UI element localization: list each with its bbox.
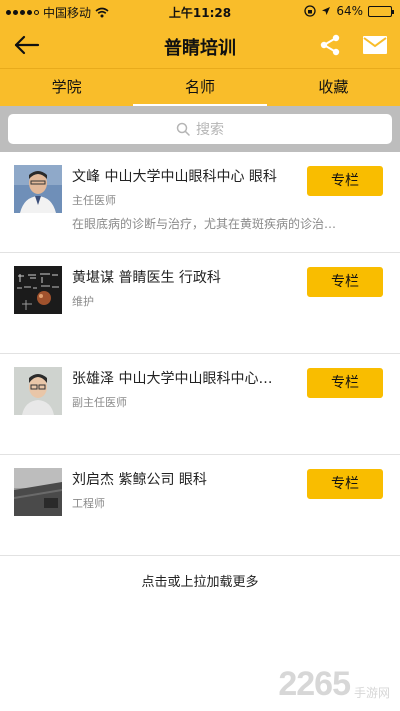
watermark: 2265 手游网 — [278, 661, 390, 701]
avatar — [14, 165, 62, 213]
teacher-name: 张雄泽 中山大学中山眼科中心… — [72, 371, 273, 387]
search-icon — [176, 122, 190, 136]
teacher-list: 文峰 中山大学中山眼科中心 眼科 主任医师 在眼底病的诊断与治疗，尤其在黄斑疾病… — [0, 152, 400, 556]
search-bar: 搜索 — [0, 106, 400, 152]
share-icon[interactable] — [318, 33, 342, 57]
avatar — [14, 367, 62, 415]
teacher-name: 黄堪谋 普睛医生 行政科 — [72, 270, 221, 286]
list-item[interactable]: 黄堪谋 普睛医生 行政科 维护 专栏 — [0, 253, 400, 354]
tab-academy[interactable]: 学院 — [0, 69, 133, 106]
rotation-lock-icon — [304, 5, 316, 17]
avatar — [14, 266, 62, 314]
battery-percent: 64% — [336, 4, 363, 18]
load-more-link[interactable]: 点击或上拉加载更多 — [0, 571, 400, 590]
status-bar: 中国移动 上午11:28 64% — [0, 0, 400, 22]
watermark-site: 手游网 — [353, 686, 390, 700]
teacher-title: 主任医师 — [72, 194, 116, 207]
tab-bar: 学院 名师 收藏 — [0, 68, 400, 106]
column-button[interactable]: 专栏 — [307, 166, 383, 196]
search-placeholder: 搜索 — [196, 122, 224, 138]
location-arrow-icon — [322, 7, 331, 15]
teacher-description: 在眼底病的诊断与治疗，尤其在黄斑疾病的诊治… — [72, 217, 337, 231]
teacher-name: 文峰 中山大学中山眼科中心 眼科 — [72, 169, 277, 185]
avatar — [14, 468, 62, 516]
mail-icon[interactable] — [362, 34, 388, 56]
list-item[interactable]: 刘启杰 紫鲸公司 眼科 工程师 专栏 — [0, 455, 400, 556]
status-right: 64% — [304, 4, 394, 18]
teacher-title: 副主任医师 — [72, 396, 127, 409]
search-input[interactable]: 搜索 — [8, 114, 392, 144]
column-button[interactable]: 专栏 — [307, 368, 383, 398]
battery-icon — [368, 5, 394, 17]
teacher-title: 维护 — [72, 295, 94, 308]
tab-teachers[interactable]: 名师 — [133, 69, 267, 106]
nav-bar: 普睛培训 — [0, 22, 400, 68]
column-button[interactable]: 专栏 — [307, 267, 383, 297]
teacher-name: 刘启杰 紫鲸公司 眼科 — [72, 472, 207, 488]
list-item[interactable]: 文峰 中山大学中山眼科中心 眼科 主任医师 在眼底病的诊断与治疗，尤其在黄斑疾病… — [0, 152, 400, 253]
list-item[interactable]: 张雄泽 中山大学中山眼科中心… 副主任医师 专栏 — [0, 354, 400, 455]
column-button[interactable]: 专栏 — [307, 469, 383, 499]
teacher-title: 工程师 — [72, 497, 105, 510]
tab-favorites[interactable]: 收藏 — [267, 69, 400, 106]
watermark-number: 2265 — [278, 665, 351, 703]
